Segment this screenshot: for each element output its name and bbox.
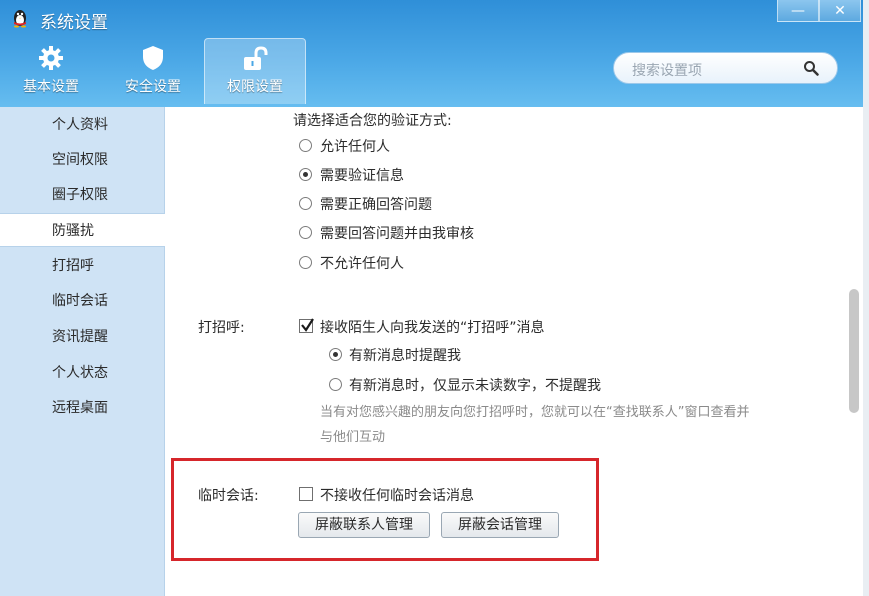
radio-answer-and-review[interactable]	[299, 226, 312, 239]
sidebar-item-greeting[interactable]: 打招呼	[0, 249, 165, 283]
greeting-section-label: 打招呼:	[198, 320, 245, 336]
sidebar-item-personal-status[interactable]: 个人状态	[0, 356, 165, 390]
radio-allow-nobody[interactable]	[299, 256, 312, 269]
sidebar-item-space-permission[interactable]: 空间权限	[0, 143, 165, 177]
search-box[interactable]: 搜索设置项	[613, 52, 838, 84]
radio-require-verification[interactable]	[299, 168, 312, 181]
radio-show-unread-only[interactable]	[329, 378, 342, 391]
qq-penguin-icon	[14, 10, 26, 28]
gear-icon	[39, 46, 63, 70]
sidebar-item-circle-permission[interactable]: 圈子权限	[0, 178, 165, 212]
tab-security-settings[interactable]: 安全设置	[102, 38, 204, 104]
greeting-hint: 与他们互动	[320, 430, 386, 445]
radio-label: 需要回答问题并由我审核	[320, 226, 474, 242]
settings-window: 系统设置 — ✕ 基本设置 安全设置 权限设置 搜索设置项 个人资料 空间权限 …	[0, 0, 869, 596]
sidebar-item-anti-harassment[interactable]: 防骚扰	[0, 213, 165, 247]
sidebar-item-profile[interactable]: 个人资料	[0, 108, 165, 142]
radio-label: 允许任何人	[320, 139, 390, 155]
settings-content: 请选择适合您的验证方式: 允许任何人 需要验证信息 需要正确回答问题 需要回答问…	[165, 107, 863, 596]
block-contacts-button[interactable]: 屏蔽联系人管理	[298, 512, 430, 538]
radio-label: 不允许任何人	[320, 256, 404, 272]
tab-label: 安全设置	[125, 79, 181, 95]
tab-basic-settings[interactable]: 基本设置	[0, 38, 102, 104]
checkbox-block-temp-session[interactable]	[299, 487, 313, 501]
header: 系统设置 — ✕ 基本设置 安全设置 权限设置 搜索设置项	[0, 0, 869, 107]
radio-label: 有新消息时，仅显示未读数字，不提醒我	[349, 378, 601, 394]
close-icon: ✕	[834, 2, 846, 19]
title-bar: 系统设置 — ✕	[0, 0, 869, 34]
minimize-icon: —	[791, 2, 805, 19]
sidebar-item-temp-session[interactable]: 临时会话	[0, 284, 165, 318]
close-button[interactable]: ✕	[819, 0, 861, 22]
temp-session-section-label: 临时会话:	[198, 488, 259, 504]
radio-allow-anyone[interactable]	[299, 139, 312, 152]
window-title: 系统设置	[40, 13, 108, 33]
highlight-box	[171, 458, 599, 561]
tab-label: 基本设置	[23, 79, 79, 95]
window-controls: — ✕	[777, 0, 861, 24]
radio-label: 需要正确回答问题	[320, 197, 432, 213]
radio-label: 需要验证信息	[320, 168, 404, 184]
radio-notify-new-message[interactable]	[329, 348, 342, 361]
tab-label: 权限设置	[227, 79, 283, 95]
unlock-icon	[244, 46, 268, 70]
sidebar-item-news-alert[interactable]: 资讯提醒	[0, 320, 165, 354]
greeting-hint: 当有对您感兴趣的朋友向您打招呼时，您就可以在“查找联系人”窗口查看并	[320, 405, 750, 420]
checkbox-label: 接收陌生人向我发送的“打招呼”消息	[320, 320, 545, 336]
tab-permission-settings[interactable]: 权限设置	[204, 38, 306, 104]
scrollbar-thumb[interactable]	[849, 289, 859, 413]
sidebar-item-remote-desktop[interactable]: 远程桌面	[0, 391, 165, 425]
search-input[interactable]: 搜索设置项	[632, 60, 702, 80]
radio-correct-answer[interactable]	[299, 197, 312, 210]
sidebar: 个人资料 空间权限 圈子权限 防骚扰 打招呼 临时会话 资讯提醒 个人状态 远程…	[0, 107, 165, 596]
shield-icon	[143, 46, 163, 70]
check-mark-icon	[301, 318, 314, 332]
verification-prompt: 请选择适合您的验证方式:	[293, 113, 452, 129]
checkbox-label: 不接收任何临时会话消息	[320, 488, 474, 504]
block-sessions-button[interactable]: 屏蔽会话管理	[441, 512, 559, 538]
radio-label: 有新消息时提醒我	[349, 348, 461, 364]
minimize-button[interactable]: —	[777, 0, 819, 22]
main-toolbar: 基本设置 安全设置 权限设置	[0, 34, 306, 104]
checkbox-accept-greeting[interactable]	[299, 318, 314, 333]
window-border	[863, 0, 869, 596]
search-icon[interactable]	[803, 60, 819, 76]
